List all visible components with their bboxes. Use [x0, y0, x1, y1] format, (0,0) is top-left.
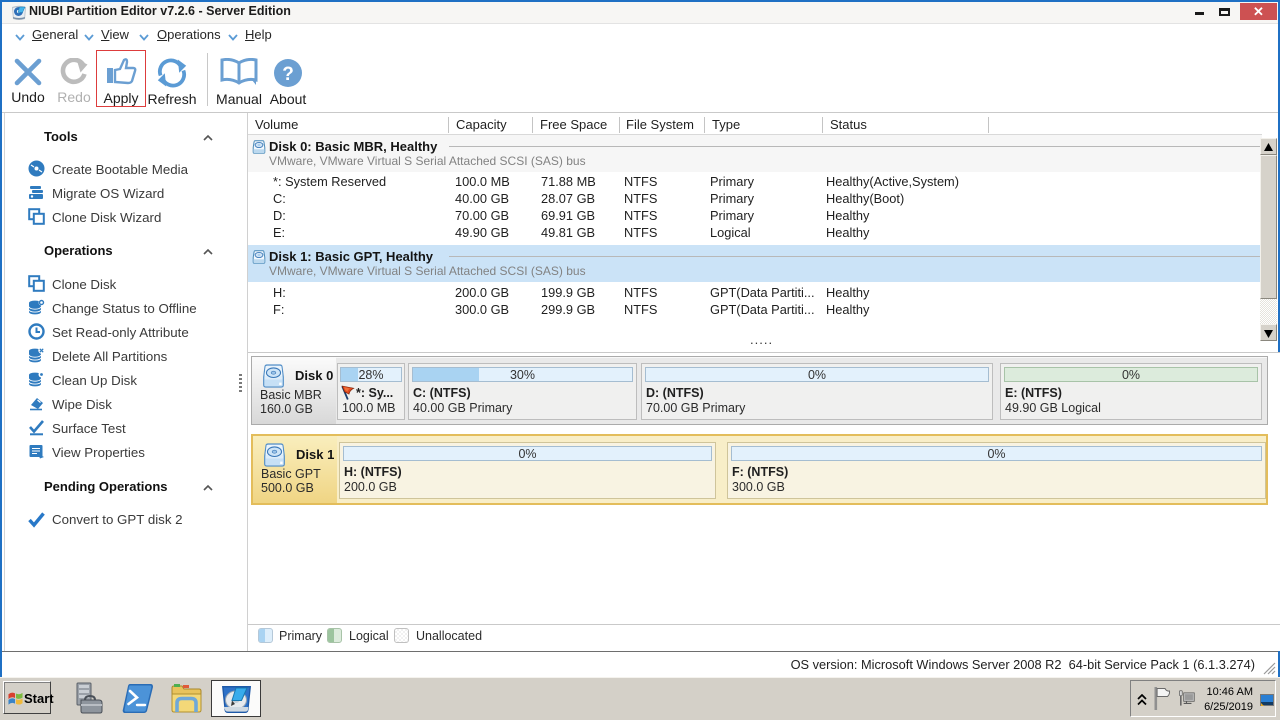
svg-text:?: ? — [282, 64, 294, 85]
